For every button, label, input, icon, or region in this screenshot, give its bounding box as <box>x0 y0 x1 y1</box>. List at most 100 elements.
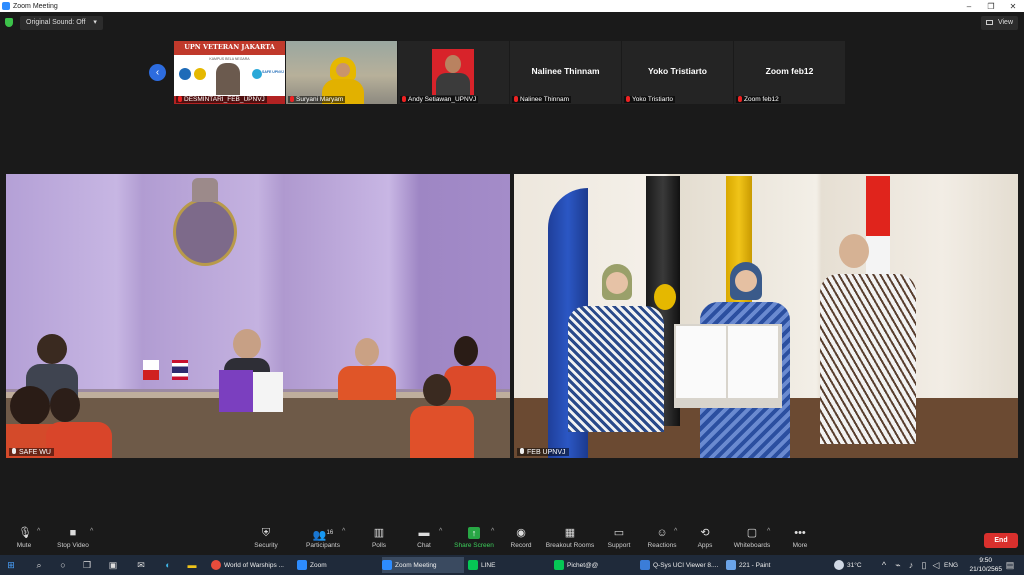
view-button[interactable]: View <box>981 16 1018 30</box>
person <box>233 329 261 359</box>
video-left[interactable]: SAFE WU <box>6 174 510 458</box>
language-indicator[interactable]: ENG <box>944 557 962 573</box>
participant-tile[interactable]: Nalinee Thinnam Nalinee Thinnam <box>510 41 621 104</box>
person <box>410 406 474 458</box>
chevron-up-icon[interactable]: ^ <box>37 528 40 535</box>
bar-chart-icon: ▥ <box>373 527 385 539</box>
window-titlebar: Zoom Meeting – ❐ ✕ <box>0 0 1024 12</box>
volume-icon[interactable]: ♪ <box>905 559 917 571</box>
edge-browser-icon[interactable]: ◐ <box>162 559 174 571</box>
participant-photo <box>216 63 240 95</box>
task-view-icon[interactable]: ❒ <box>81 559 93 571</box>
person <box>46 422 112 458</box>
share-screen-icon: ↑ <box>468 527 480 539</box>
battery-icon[interactable]: ▯ <box>918 559 930 571</box>
gallery-prev-button[interactable]: ‹ <box>149 64 166 81</box>
notification-icon[interactable]: ▤ <box>1004 559 1016 571</box>
flag-icon <box>143 360 159 380</box>
cortana-icon[interactable]: ○ <box>57 559 69 571</box>
end-meeting-button[interactable]: End <box>984 533 1018 548</box>
security-button[interactable]: ⛨ Security <box>234 527 298 549</box>
participant-label: Zoom feb12 <box>736 96 781 103</box>
file-explorer-icon[interactable]: ▬ <box>186 559 198 571</box>
window-title: Zoom Meeting <box>13 2 58 10</box>
view-label: View <box>997 19 1013 26</box>
banner-subtitle: KAMPUS BELA NEGARA <box>209 57 250 61</box>
document-page <box>728 326 778 398</box>
participant-tile[interactable]: UPN VETERAN JAKARTA KAMPUS BELA NEGARA S… <box>174 41 285 104</box>
more-button[interactable]: ••• More <box>768 527 832 549</box>
chevron-down-icon: ▾ <box>93 19 97 26</box>
windows-start-icon[interactable]: ⊞ <box>5 559 17 571</box>
taskbar-app[interactable]: 221 - Paint <box>726 557 808 573</box>
document-page <box>676 326 726 398</box>
original-sound-label: Original Sound: Off <box>26 19 86 26</box>
store-icon[interactable]: ▣ <box>107 559 119 571</box>
maximize-button[interactable]: ❐ <box>980 2 1002 11</box>
participant-label: Andy Setiawan_UPNVJ <box>400 96 479 103</box>
participants-icon: 👥16 <box>312 529 334 542</box>
video-camera-icon: ■ <box>69 527 77 539</box>
wall-panel <box>6 174 510 389</box>
video-right[interactable]: FEB UPNVJ <box>514 174 1018 458</box>
shield-icon: ⛨ <box>261 527 271 539</box>
participant-name: Zoom feb12 <box>765 66 814 76</box>
person <box>444 366 496 400</box>
banner-title: UPN VETERAN JAKARTA <box>184 43 275 51</box>
shield-icon[interactable] <box>5 18 13 27</box>
taskbar-app[interactable]: Zoom <box>297 557 377 573</box>
person <box>423 374 451 406</box>
muted-mic-icon <box>178 96 182 102</box>
participant-tile[interactable]: Zoom feb12 Zoom feb12 <box>734 41 845 104</box>
muted-mic-icon <box>514 96 518 102</box>
close-button[interactable]: ✕ <box>1002 2 1024 11</box>
mail-icon[interactable]: ✉ <box>135 559 147 571</box>
speaker-icon[interactable]: ◁ <box>930 559 942 571</box>
emblem-icon <box>173 198 237 266</box>
system-clock[interactable]: 9:50 21/10/2565 <box>969 556 1002 574</box>
muted-mic-icon <box>738 96 742 102</box>
emblem-icon <box>192 178 218 202</box>
chevron-up-icon[interactable]: ^ <box>90 528 93 535</box>
original-sound-dropdown[interactable]: Original Sound: Off ▾ <box>20 16 103 30</box>
cloud-icon <box>834 560 844 570</box>
windows-taskbar: ⊞ ⌕ ○ ❒ ▣ ✉ ◐ ▬ World of Warships ... Zo… <box>0 555 1024 575</box>
participant-photo <box>436 73 470 95</box>
participant-strip: UPN VETERAN JAKARTA KAMPUS BELA NEGARA S… <box>174 41 848 104</box>
chevron-up-icon[interactable]: ^ <box>342 528 345 535</box>
logo-icon <box>252 69 262 79</box>
app-icon <box>382 560 392 570</box>
taskbar-app[interactable]: LINE <box>468 557 550 573</box>
search-icon[interactable]: ⌕ <box>33 559 45 571</box>
participant-tile[interactable]: Yoko Tristiarto Yoko Tristiarto <box>622 41 733 104</box>
minimize-button[interactable]: – <box>958 2 980 11</box>
taskbar-app[interactable]: World of Warships ... <box>211 557 295 573</box>
side-text: SAFE UPNVJ <box>262 70 284 74</box>
clock-time: 9:50 <box>979 557 993 564</box>
muted-mic-icon <box>12 448 16 454</box>
stop-video-button[interactable]: ■ Stop Video <box>41 527 105 549</box>
participant-label: DESMINTARI_FEB_UPNVJ <box>176 96 267 103</box>
microphone-icon: 🎙 <box>18 527 32 539</box>
participant-name: Nalinee Thinnam <box>531 66 600 76</box>
taskbar-app[interactable]: Q-Sys UCI Viewer 8.... <box>640 557 722 573</box>
weather-widget[interactable]: 31°C <box>834 557 874 573</box>
meeting-topbar: Original Sound: Off ▾ View <box>0 12 1024 34</box>
taskbar-app[interactable]: Zoom Meeting <box>382 557 464 573</box>
chevron-up-icon[interactable]: ^ <box>878 559 890 571</box>
document-page <box>253 372 283 412</box>
participant-tile[interactable]: Andy Setiawan_UPNVJ <box>398 41 509 104</box>
participant-label: Nalinee Thinnam <box>512 96 572 103</box>
participants-button[interactable]: 👥16 Participants <box>291 527 355 549</box>
grid-icon: ▦ <box>564 527 576 539</box>
participant-tile[interactable]: Suryani Maryam <box>286 41 397 104</box>
person <box>839 234 869 268</box>
clock-date: 21/10/2565 <box>969 566 1002 573</box>
network-icon[interactable]: ⌁ <box>892 559 904 571</box>
taskbar-app[interactable]: Pichet@@ <box>554 557 636 573</box>
participant-label: Yoko Tristiarto <box>624 96 675 103</box>
participant-label: Suryani Maryam <box>288 96 346 103</box>
more-dots-icon: ••• <box>794 527 806 539</box>
document-folder <box>219 370 253 412</box>
video-label: SAFE WU <box>9 448 54 456</box>
